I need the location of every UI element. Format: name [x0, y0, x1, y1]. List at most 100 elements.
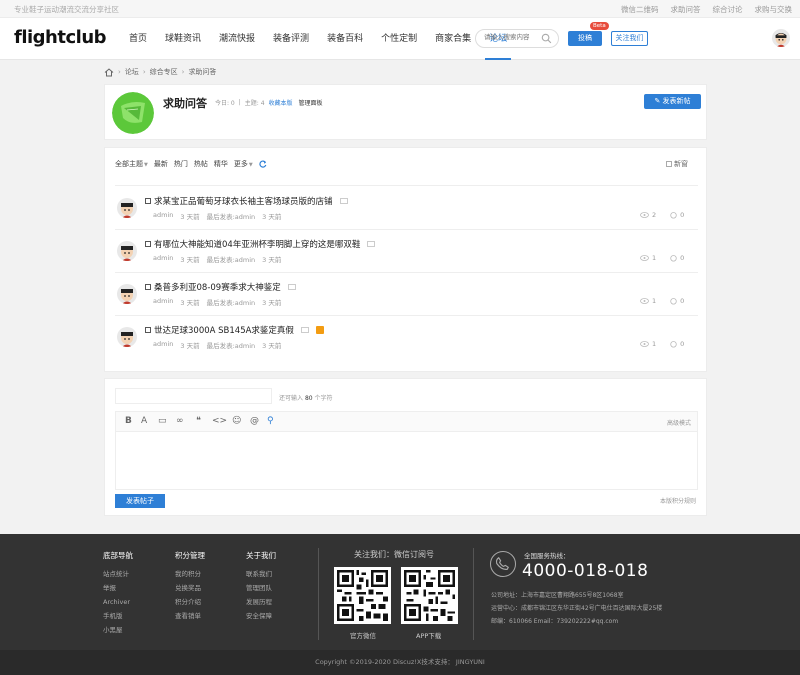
filter-digest[interactable]: 精华 [214, 159, 228, 169]
nav-merchants[interactable]: 商家合集 [429, 18, 477, 60]
thread-title-text[interactable]: 有哪位大神能知道04年亚洲杯李明脚上穿的这是哪双鞋 [154, 238, 360, 250]
follow-us-button[interactable]: 关注我们 [611, 31, 648, 46]
thread-last-poster[interactable]: 最后发表:admin [207, 254, 256, 264]
thread-row[interactable]: 有哪位大神能知道04年亚洲杯李明脚上穿的这是哪双鞋 admin 3 天前 最后发… [105, 229, 708, 272]
credit-rules-link[interactable]: 本版积分规则 [660, 496, 696, 505]
search-icon[interactable] [541, 33, 552, 44]
forum-info-card: 求助问答 今日: 0 | 主题: 4 收藏本版 管理面板 ✎ 发表新帖 [104, 84, 707, 140]
thread-meta: admin 3 天前 最后发表:admin 3 天前 [153, 297, 281, 307]
thread-counts: 1 0 [640, 340, 684, 348]
top-link-qa[interactable]: 求助问答 [671, 4, 701, 15]
bold-icon[interactable]: B [125, 416, 132, 426]
footer-link[interactable]: 联系我们 [246, 567, 276, 581]
attachment-icon[interactable]: ⚲ [267, 416, 274, 426]
today-count: 今日: 0 [215, 100, 235, 107]
nav-sneaker-news[interactable]: 球鞋资讯 [159, 18, 207, 60]
filter-latest[interactable]: 最新 [154, 159, 168, 169]
thread-title-text[interactable]: 世达足球3000A SB145A求鉴定真假 [154, 324, 294, 336]
advanced-mode-link[interactable]: 高级模式 [667, 418, 691, 427]
thread-author[interactable]: admin [153, 254, 173, 264]
thread-checkbox[interactable] [145, 327, 151, 333]
manage-panel-link[interactable]: 管理面板 [299, 98, 323, 107]
submit-post-button[interactable]: 发表帖子 [115, 494, 165, 508]
author-avatar[interactable] [117, 327, 137, 347]
top-link-trade[interactable]: 求购与交换 [755, 4, 793, 15]
thread-title[interactable]: 世达足球3000A SB145A求鉴定真假 [145, 324, 324, 336]
thread-row[interactable]: 世达足球3000A SB145A求鉴定真假 admin 3 天前 最后发表:ad… [105, 315, 708, 358]
thread-title-text[interactable]: 求某宝正品葡萄牙球衣长袖主客场球员版的店铺 [154, 195, 333, 207]
filter-hot[interactable]: 热帖 [194, 159, 208, 169]
footer-link[interactable]: 手机版 [103, 609, 133, 623]
breadcrumb-forum[interactable]: 论坛 [125, 67, 139, 77]
thread-time: 3 天前 [180, 213, 200, 221]
thread-title[interactable]: 有哪位大神能知道04年亚洲杯李明脚上穿的这是哪双鞋 [145, 238, 376, 250]
thread-title[interactable]: 桑普多利亚08-09赛季求大神鉴定 [145, 281, 296, 293]
filter-all[interactable]: 全部主题▼ [115, 159, 148, 169]
nav-trend-news[interactable]: 潮流快报 [213, 18, 261, 60]
author-avatar[interactable] [117, 241, 137, 261]
refresh-icon[interactable] [259, 160, 267, 168]
site-logo[interactable]: flightclub [14, 27, 107, 48]
hint-prefix: 还可输入 [279, 395, 304, 402]
image-icon[interactable]: ▭ [158, 416, 167, 426]
breadcrumb-section[interactable]: 综合专区 [150, 67, 178, 77]
filter-popular[interactable]: 热门 [174, 159, 188, 169]
thread-row[interactable]: 桑普多利亚08-09赛季求大神鉴定 admin 3 天前 最后发表:admin … [105, 272, 708, 315]
emoji-icon[interactable]: ☺ [232, 416, 241, 426]
thread-checkbox[interactable] [145, 241, 151, 247]
reply-count: 0 [680, 254, 685, 262]
user-avatar[interactable] [772, 29, 790, 47]
thread-checkbox[interactable] [145, 284, 151, 290]
eye-icon [640, 212, 649, 218]
footer-link[interactable]: 管理团队 [246, 581, 276, 595]
thread-row[interactable]: 求某宝正品葡萄牙球衣长袖主客场球员版的店铺 admin 3 天前 最后发表:ad… [105, 186, 708, 229]
thread-checkbox[interactable] [145, 198, 151, 204]
nav-gear-review[interactable]: 装备评测 [267, 18, 315, 60]
subject-input[interactable] [115, 388, 272, 404]
editor: B A ▭ ∞ ❝ <> ☺ @ ⚲ 高级模式 [115, 411, 698, 490]
filter-more[interactable]: 更多▼ [234, 159, 253, 169]
favorite-forum-link[interactable]: 收藏本版 [269, 98, 293, 107]
footer-link[interactable]: 小黑屋 [103, 623, 133, 637]
footer-link[interactable]: 安全保障 [246, 609, 276, 623]
top-link-discussion[interactable]: 综合讨论 [713, 4, 743, 15]
top-link-wechat-qr[interactable]: 微信二维码 [621, 4, 659, 15]
thread-last-poster[interactable]: 最后发表:admin [207, 211, 256, 221]
code-icon[interactable]: <> [212, 416, 227, 426]
footer-link[interactable]: 积分介绍 [175, 595, 205, 609]
thread-title[interactable]: 求某宝正品葡萄牙球衣长袖主客场球员版的店铺 [145, 195, 348, 207]
footer-link[interactable]: 举报 [103, 581, 133, 595]
phone-handset-icon [495, 556, 509, 570]
footer-link[interactable]: 发展历程 [246, 595, 276, 609]
nav-custom[interactable]: 个性定制 [375, 18, 423, 60]
post-button[interactable]: 投稿 [568, 31, 602, 46]
link-icon[interactable]: ∞ [176, 416, 184, 426]
hotline-label: 全国服务热线： [524, 552, 570, 560]
new-window-toggle[interactable]: 新窗 [666, 159, 688, 169]
footer-link[interactable]: 站点统计 [103, 567, 133, 581]
thread-last-poster[interactable]: 最后发表:admin [207, 340, 256, 350]
nav-gear-wiki[interactable]: 装备百科 [321, 18, 369, 60]
qr-code-icon [404, 570, 455, 621]
footer-col-title: 关于我们 [246, 551, 276, 560]
editor-toolbar: B A ▭ ∞ ❝ <> ☺ @ ⚲ 高级模式 [116, 412, 697, 432]
author-avatar[interactable] [117, 198, 137, 218]
footer-link[interactable]: Archiver [103, 595, 133, 609]
thread-last-poster[interactable]: 最后发表:admin [207, 297, 256, 307]
new-post-button[interactable]: ✎ 发表新帖 [644, 94, 701, 109]
thread-title-text[interactable]: 桑普多利亚08-09赛季求大神鉴定 [154, 281, 281, 293]
author-avatar[interactable] [117, 284, 137, 304]
thread-author[interactable]: admin [153, 211, 173, 221]
font-color-icon[interactable]: A [141, 416, 147, 426]
home-icon[interactable] [104, 67, 114, 77]
footer-link[interactable]: 兑换奖品 [175, 581, 205, 595]
footer-link[interactable]: 我的积分 [175, 567, 205, 581]
new-window-checkbox[interactable] [666, 161, 672, 167]
nav-home[interactable]: 首页 [123, 18, 153, 60]
mention-icon[interactable]: @ [250, 416, 259, 426]
thread-author[interactable]: admin [153, 297, 173, 307]
quote-icon[interactable]: ❝ [196, 416, 201, 426]
thread-author[interactable]: admin [153, 340, 173, 350]
footer-link[interactable]: 查看销单 [175, 609, 205, 623]
search-input[interactable] [484, 33, 542, 41]
